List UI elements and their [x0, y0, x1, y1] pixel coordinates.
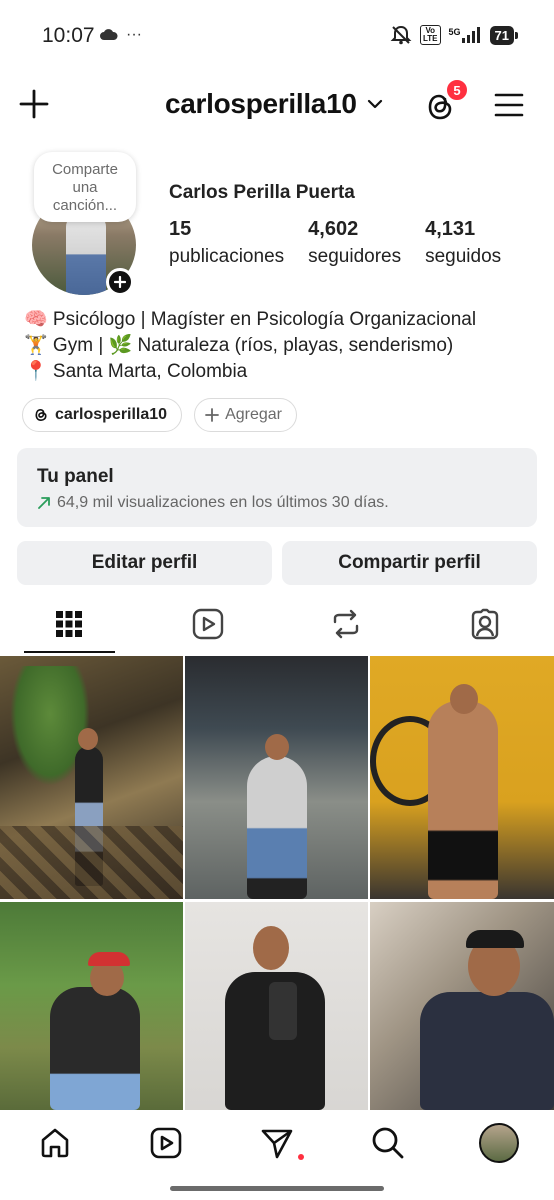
plus-small-icon	[114, 276, 126, 288]
username: carlosperilla10	[165, 88, 357, 119]
floor-pattern	[0, 826, 183, 899]
network-label: 5G	[448, 27, 461, 37]
person-figure	[420, 992, 554, 1110]
stat-value: 4,602	[308, 218, 359, 240]
dashboard-views: 64,9 mil visualizaciones en los últimos …	[57, 494, 389, 511]
unread-dot	[298, 1154, 305, 1160]
grid-icon	[56, 611, 83, 637]
bio-line: 🏋️ Gym | 🌿 Naturaleza (ríos, playas, sen…	[24, 335, 454, 356]
share-profile-button[interactable]: Compartir perfil	[282, 541, 537, 585]
stat-posts[interactable]: 15 publicaciones	[169, 218, 284, 268]
stat-followers[interactable]: 4,602 seguidores	[308, 218, 401, 268]
plus-small-icon	[205, 408, 219, 422]
post-thumbnail[interactable]	[0, 902, 183, 1110]
add-link-chip[interactable]: Agregar	[194, 398, 297, 432]
trend-up-icon	[38, 497, 50, 509]
content-tabs	[0, 595, 554, 653]
phone-shape	[269, 982, 297, 1040]
stat-label: seguidores	[308, 246, 402, 267]
dashboard-subtitle: 64,9 mil visualizaciones en los últimos …	[37, 494, 517, 512]
bio-line: 📍 Santa Marta, Colombia	[24, 361, 248, 382]
dashboard-title: Tu panel	[37, 466, 114, 487]
tab-reels[interactable]	[139, 595, 278, 653]
threads-link-chip[interactable]: carlosperilla10	[22, 398, 183, 432]
person-head	[265, 734, 289, 760]
account-switcher[interactable]: carlosperilla10	[165, 88, 383, 120]
profile-stats: 15 publicaciones 4,602 seguidores 4,131 …	[169, 218, 501, 268]
add-story-button[interactable]	[106, 268, 134, 296]
person-head	[253, 926, 289, 970]
home-indicator[interactable]	[170, 1186, 384, 1191]
person-figure	[50, 987, 140, 1110]
status-bar: 10:07 ··· Vo LTE 5G 71	[0, 0, 554, 72]
person-head	[450, 684, 478, 714]
send-icon	[261, 1129, 293, 1159]
status-time: 10:07	[42, 24, 95, 47]
nav-home[interactable]	[0, 1126, 111, 1160]
notification-badge: 5	[445, 78, 469, 102]
repost-icon	[334, 609, 359, 639]
tab-tagged[interactable]	[416, 595, 554, 653]
profile-actions: Editar perfil Compartir perfil	[17, 541, 537, 585]
nav-messages[interactable]	[222, 1126, 333, 1160]
person-figure	[428, 701, 498, 899]
threads-link-label: carlosperilla10	[55, 406, 168, 423]
bio: 🧠 Psicólogo | Magíster en Psicología Org…	[24, 307, 476, 385]
menu-button[interactable]	[494, 92, 524, 118]
posts-grid	[0, 656, 554, 1110]
profile-avatar-small	[478, 1123, 519, 1163]
search-icon	[372, 1127, 404, 1159]
plus-icon	[19, 89, 49, 119]
bottom-nav	[0, 1110, 554, 1176]
edit-profile-button[interactable]: Editar perfil	[17, 541, 272, 585]
post-thumbnail[interactable]	[370, 902, 554, 1110]
add-link-label: Agregar	[225, 406, 282, 423]
volte-bottom: LTE	[423, 34, 438, 43]
person-figure	[247, 756, 307, 899]
avatar-figure	[66, 213, 106, 295]
create-button[interactable]	[18, 88, 50, 120]
chevron-down-icon	[367, 99, 382, 109]
signal-bars-icon	[461, 27, 480, 43]
status-left-icons: ···	[100, 26, 142, 44]
post-thumbnail[interactable]	[0, 656, 183, 899]
black-cap	[466, 930, 524, 948]
stat-following[interactable]: 4,131 seguidos	[425, 218, 501, 268]
mute-icon	[390, 25, 412, 45]
nav-profile[interactable]	[443, 1123, 554, 1163]
red-cap	[88, 952, 130, 966]
nav-search[interactable]	[332, 1126, 443, 1160]
reels-icon	[192, 608, 223, 640]
signal-indicator: 5G	[449, 27, 482, 43]
more-dots: ···	[126, 26, 142, 43]
post-thumbnail[interactable]	[185, 656, 368, 899]
stat-value: 4,131	[425, 218, 476, 240]
home-icon	[42, 1128, 69, 1158]
tagged-icon	[471, 608, 498, 640]
threads-small-icon	[35, 408, 47, 422]
stat-label: publicaciones	[169, 246, 285, 267]
nav-reels[interactable]	[111, 1127, 222, 1159]
profile-header: carlosperilla10 5	[0, 78, 554, 132]
post-thumbnail[interactable]	[185, 902, 368, 1110]
tab-reposts[interactable]	[277, 595, 416, 653]
status-right-icons: Vo LTE 5G 71	[390, 24, 519, 46]
person-head	[78, 728, 98, 750]
stat-label: seguidos	[425, 246, 502, 267]
stat-value: 15	[169, 218, 192, 240]
full-name: Carlos Perilla Puerta	[169, 182, 355, 203]
professional-dashboard[interactable]: Tu panel 64,9 mil visualizaciones en los…	[17, 448, 537, 527]
post-thumbnail[interactable]	[370, 656, 554, 899]
bio-line: 🧠 Psicólogo | Magíster en Psicología Org…	[24, 309, 477, 330]
profile-links: carlosperilla10 Agregar	[22, 398, 297, 432]
cloud-icon	[100, 29, 118, 40]
hamburger-icon	[494, 93, 524, 117]
volte-indicator: Vo LTE	[420, 25, 441, 45]
note-bubble[interactable]: Comparte una canción...	[34, 152, 136, 222]
battery-indicator: 71	[489, 25, 519, 45]
reels-icon	[150, 1127, 182, 1159]
tab-posts[interactable]	[0, 595, 139, 653]
